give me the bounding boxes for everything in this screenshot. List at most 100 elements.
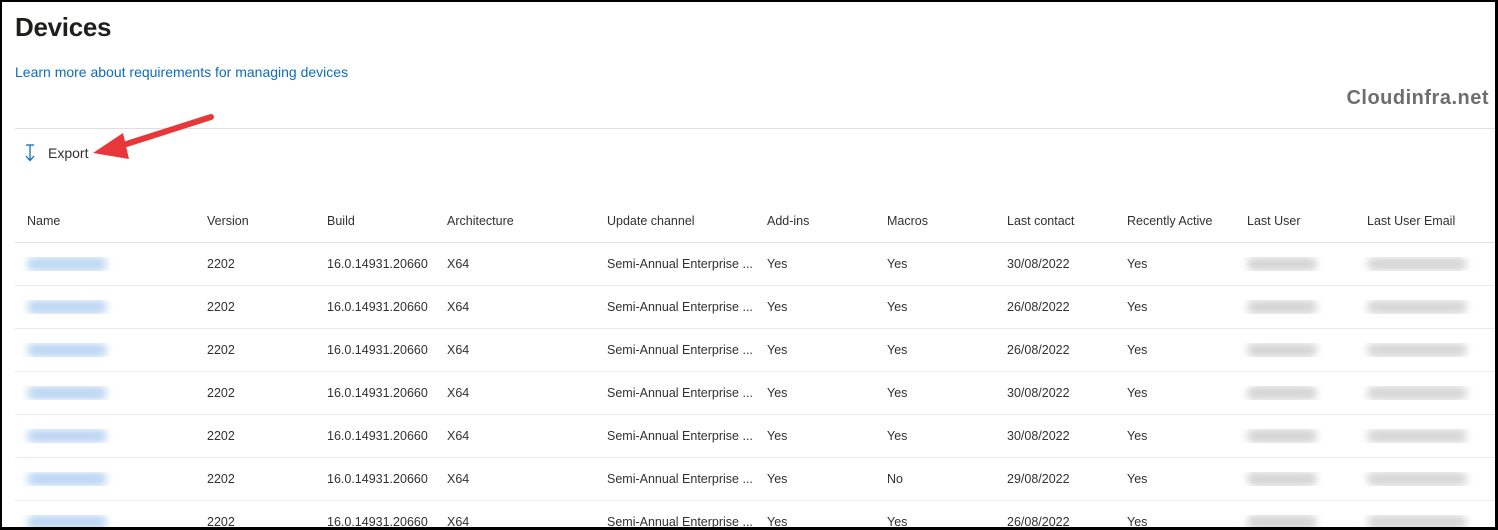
build-cell: 16.0.14931.20660 bbox=[327, 343, 428, 357]
redacted-last-user bbox=[1247, 515, 1317, 527]
redacted-last-user bbox=[1247, 472, 1317, 486]
last-user-cell bbox=[1235, 429, 1355, 443]
device-name-cell[interactable] bbox=[15, 300, 195, 314]
redacted-last-user-email bbox=[1367, 472, 1467, 486]
device-name-cell[interactable] bbox=[15, 343, 195, 357]
last-user-cell bbox=[1235, 300, 1355, 314]
last-contact-cell: 26/08/2022 bbox=[1007, 300, 1070, 314]
column-header-last-user-email[interactable]: Last User Email bbox=[1355, 214, 1478, 228]
redacted-last-user bbox=[1247, 257, 1317, 271]
update-channel-cell: Semi-Annual Enterprise ... bbox=[607, 515, 753, 529]
table-row[interactable]: 2202 16.0.14931.20660 X64 Semi-Annual En… bbox=[15, 286, 1495, 329]
last-user-email-cell bbox=[1355, 386, 1478, 400]
add-ins-cell: Yes bbox=[767, 257, 788, 271]
last-user-email-cell bbox=[1355, 343, 1478, 357]
column-header-build[interactable]: Build bbox=[315, 214, 435, 228]
column-header-architecture[interactable]: Architecture bbox=[435, 214, 595, 228]
device-name-cell[interactable] bbox=[15, 257, 195, 271]
last-user-email-cell bbox=[1355, 257, 1478, 271]
watermark: Cloudinfra.net bbox=[1346, 87, 1489, 109]
redacted-last-user-email bbox=[1367, 300, 1467, 314]
download-arrow-icon bbox=[25, 144, 35, 162]
update-channel-cell: Semi-Annual Enterprise ... bbox=[607, 300, 753, 314]
version-cell: 2202 bbox=[207, 300, 235, 314]
redacted-last-user bbox=[1247, 429, 1317, 443]
recently-active-cell: Yes bbox=[1127, 429, 1148, 443]
recently-active-cell: Yes bbox=[1127, 257, 1148, 271]
version-cell: 2202 bbox=[207, 257, 235, 271]
column-header-name[interactable]: Name bbox=[15, 214, 195, 228]
macros-cell: Yes bbox=[887, 257, 908, 271]
redacted-device-name bbox=[27, 472, 107, 486]
build-cell: 16.0.14931.20660 bbox=[327, 429, 428, 443]
macros-cell: No bbox=[887, 472, 903, 486]
column-header-macros[interactable]: Macros bbox=[875, 214, 995, 228]
table-row[interactable]: 2202 16.0.14931.20660 X64 Semi-Annual En… bbox=[15, 458, 1495, 501]
redacted-device-name bbox=[27, 429, 107, 443]
table-row[interactable]: 2202 16.0.14931.20660 X64 Semi-Annual En… bbox=[15, 372, 1495, 415]
last-contact-cell: 26/08/2022 bbox=[1007, 343, 1070, 357]
column-header-last-user[interactable]: Last User bbox=[1235, 214, 1355, 228]
architecture-cell: X64 bbox=[447, 429, 470, 443]
update-channel-cell: Semi-Annual Enterprise ... bbox=[607, 429, 753, 443]
redacted-last-user bbox=[1247, 386, 1317, 400]
add-ins-cell: Yes bbox=[767, 343, 788, 357]
last-user-cell bbox=[1235, 343, 1355, 357]
column-header-add-ins[interactable]: Add-ins bbox=[755, 214, 875, 228]
build-cell: 16.0.14931.20660 bbox=[327, 515, 428, 529]
architecture-cell: X64 bbox=[447, 386, 470, 400]
last-contact-cell: 30/08/2022 bbox=[1007, 386, 1070, 400]
table-header: Name Version Build Architecture Update c… bbox=[15, 200, 1495, 243]
version-cell: 2202 bbox=[207, 343, 235, 357]
macros-cell: Yes bbox=[887, 386, 908, 400]
column-header-recently-active[interactable]: Recently Active bbox=[1115, 214, 1235, 228]
export-label: Export bbox=[48, 145, 89, 161]
column-header-version[interactable]: Version bbox=[195, 214, 315, 228]
architecture-cell: X64 bbox=[447, 343, 470, 357]
device-name-cell[interactable] bbox=[15, 429, 195, 443]
column-header-last-contact[interactable]: Last contact bbox=[995, 214, 1115, 228]
update-channel-cell: Semi-Annual Enterprise ... bbox=[607, 257, 753, 271]
add-ins-cell: Yes bbox=[767, 429, 788, 443]
version-cell: 2202 bbox=[207, 429, 235, 443]
last-user-email-cell bbox=[1355, 472, 1478, 486]
page-title: Devices bbox=[15, 12, 112, 42]
redacted-device-name bbox=[27, 386, 107, 400]
architecture-cell: X64 bbox=[447, 472, 470, 486]
redacted-last-user-email bbox=[1367, 343, 1467, 357]
update-channel-cell: Semi-Annual Enterprise ... bbox=[607, 386, 753, 400]
learn-more-link[interactable]: Learn more about requirements for managi… bbox=[15, 64, 348, 80]
device-name-cell[interactable] bbox=[15, 386, 195, 400]
redacted-last-user-email bbox=[1367, 386, 1467, 400]
last-user-cell bbox=[1235, 386, 1355, 400]
version-cell: 2202 bbox=[207, 515, 235, 529]
last-user-cell bbox=[1235, 472, 1355, 486]
devices-page: Devices Learn more about requirements fo… bbox=[0, 0, 1498, 530]
device-name-cell[interactable] bbox=[15, 472, 195, 486]
update-channel-cell: Semi-Annual Enterprise ... bbox=[607, 343, 753, 357]
table-row[interactable]: 2202 16.0.14931.20660 X64 Semi-Annual En… bbox=[15, 415, 1495, 458]
device-name-cell[interactable] bbox=[15, 515, 195, 527]
add-ins-cell: Yes bbox=[767, 515, 788, 529]
table-row[interactable]: 2202 16.0.14931.20660 X64 Semi-Annual En… bbox=[15, 501, 1495, 529]
table-row[interactable]: 2202 16.0.14931.20660 X64 Semi-Annual En… bbox=[15, 329, 1495, 372]
recently-active-cell: Yes bbox=[1127, 343, 1148, 357]
build-cell: 16.0.14931.20660 bbox=[327, 257, 428, 271]
last-user-email-cell bbox=[1355, 515, 1478, 527]
table-row[interactable]: 2202 16.0.14931.20660 X64 Semi-Annual En… bbox=[15, 243, 1495, 286]
export-button[interactable]: Export bbox=[22, 142, 88, 164]
last-user-email-cell bbox=[1355, 429, 1478, 443]
architecture-cell: X64 bbox=[447, 257, 470, 271]
build-cell: 16.0.14931.20660 bbox=[327, 300, 428, 314]
redacted-device-name bbox=[27, 515, 107, 527]
macros-cell: Yes bbox=[887, 300, 908, 314]
annotation-arrow-icon bbox=[93, 114, 214, 159]
redacted-last-user bbox=[1247, 300, 1317, 314]
redacted-last-user-email bbox=[1367, 429, 1467, 443]
redacted-device-name bbox=[27, 257, 107, 271]
update-channel-cell: Semi-Annual Enterprise ... bbox=[607, 472, 753, 486]
redacted-device-name bbox=[27, 343, 107, 357]
last-contact-cell: 30/08/2022 bbox=[1007, 429, 1070, 443]
column-header-update-channel[interactable]: Update channel bbox=[595, 214, 755, 228]
recently-active-cell: Yes bbox=[1127, 515, 1148, 529]
